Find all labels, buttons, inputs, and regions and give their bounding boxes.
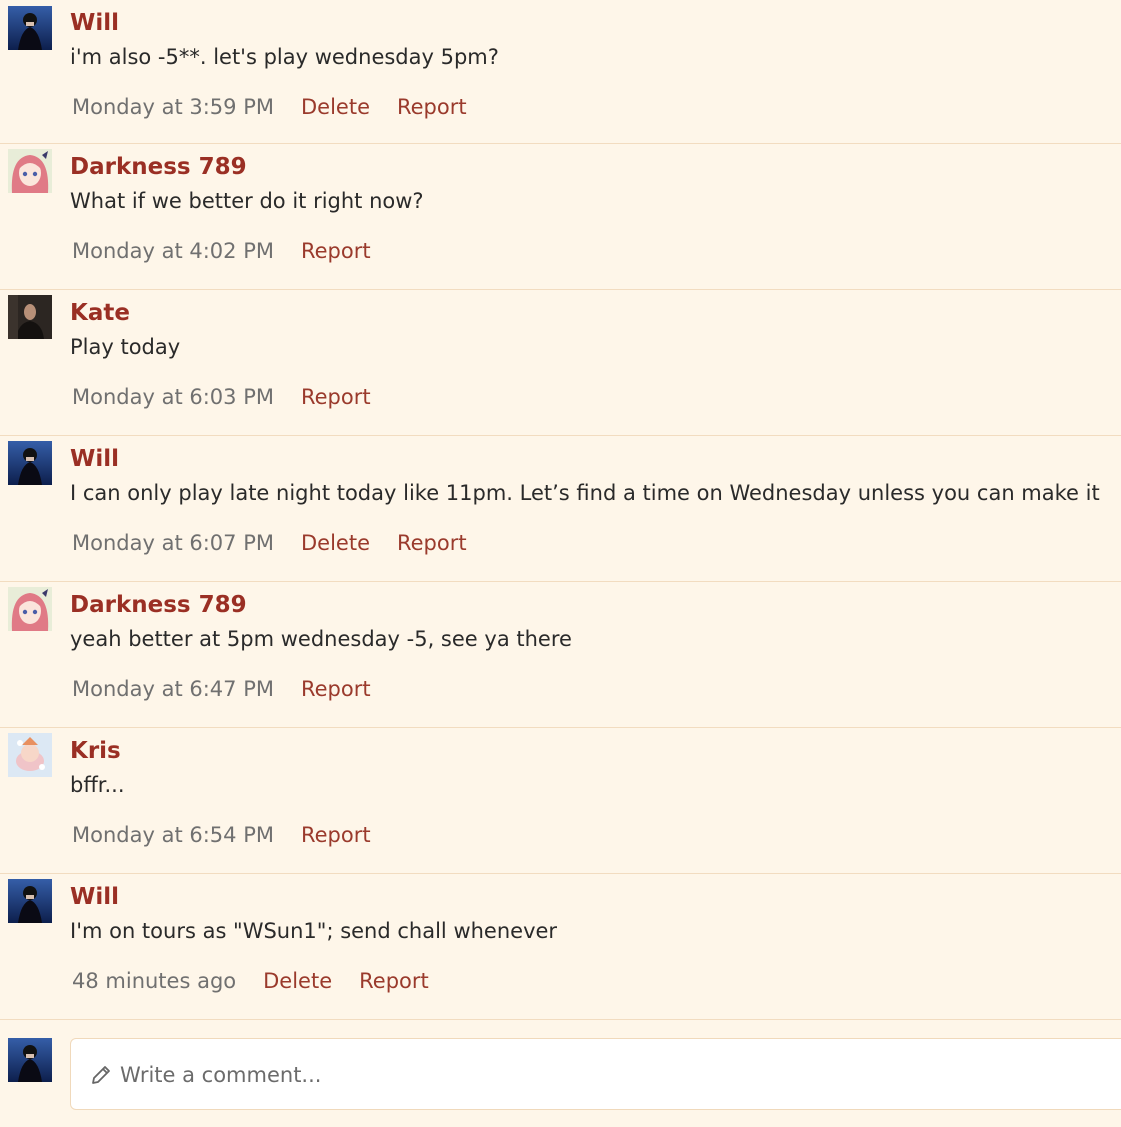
comment-timestamp[interactable]: Monday at 4:02 PM	[72, 239, 274, 263]
comment-list: Will i'm also -5**. let's play wednesday …	[0, 0, 1121, 1020]
comment-meta: Monday at 6:47 PM Report	[72, 674, 371, 704]
comment-text: What if we better do it right now?	[70, 189, 424, 213]
report-link[interactable]: Report	[397, 95, 467, 119]
comment-item: Kate Play today Monday at 6:03 PM Report	[0, 290, 1121, 436]
comment-timestamp[interactable]: Monday at 6:07 PM	[72, 531, 274, 555]
comment-item: Will I'm on tours as "WSun1"; send chall …	[0, 874, 1121, 1020]
comment-item: Will i'm also -5**. let's play wednesday …	[0, 0, 1121, 144]
comment-text: I can only play late night today like 11…	[70, 481, 1100, 505]
comment-author[interactable]: Darkness 789	[70, 152, 247, 182]
comment-timestamp[interactable]: Monday at 3:59 PM	[72, 95, 274, 119]
comment-author[interactable]: Will	[70, 444, 119, 474]
comment-author[interactable]: Kris	[70, 736, 121, 766]
comment-item: Kris bffr... Monday at 6:54 PM Report	[0, 728, 1121, 874]
comment-item: Darkness 789 yeah better at 5pm wednesday…	[0, 582, 1121, 728]
avatar[interactable]	[8, 733, 52, 777]
report-link[interactable]: Report	[301, 823, 371, 847]
comment-item: Will I can only play late night today lik…	[0, 436, 1121, 582]
report-link[interactable]: Report	[301, 385, 371, 409]
comment-composer: Write a comment...	[0, 1026, 1121, 1127]
avatar[interactable]	[8, 587, 52, 631]
report-link[interactable]: Report	[301, 677, 371, 701]
comment-timestamp[interactable]: 48 minutes ago	[72, 969, 236, 993]
comment-timestamp[interactable]: Monday at 6:47 PM	[72, 677, 274, 701]
comment-input[interactable]: Write a comment...	[70, 1038, 1121, 1110]
comment-item: Darkness 789 What if we better do it righ…	[0, 144, 1121, 290]
avatar[interactable]	[8, 441, 52, 485]
avatar[interactable]	[8, 6, 52, 50]
comment-author[interactable]: Darkness 789	[70, 590, 247, 620]
comment-meta: Monday at 3:59 PM Delete Report	[72, 92, 467, 122]
comment-text: I'm on tours as "WSun1"; send chall when…	[70, 919, 558, 943]
pencil-icon	[92, 1066, 110, 1084]
avatar[interactable]	[8, 879, 52, 923]
comment-meta: Monday at 4:02 PM Report	[72, 236, 371, 266]
comment-meta: Monday at 6:54 PM Report	[72, 820, 371, 850]
comment-text: bffr...	[70, 773, 125, 797]
comment-thread: Will i'm also -5**. let's play wednesday …	[0, 0, 1121, 1127]
comment-author[interactable]: Will	[70, 882, 119, 912]
current-user-avatar[interactable]	[8, 1038, 52, 1082]
comment-meta: Monday at 6:03 PM Report	[72, 382, 371, 412]
report-link[interactable]: Report	[301, 239, 371, 263]
report-link[interactable]: Report	[359, 969, 429, 993]
comment-author[interactable]: Kate	[70, 298, 130, 328]
comment-text: yeah better at 5pm wednesday -5, see ya …	[70, 627, 572, 651]
comment-input-placeholder: Write a comment...	[120, 1063, 322, 1087]
delete-link[interactable]: Delete	[301, 531, 370, 555]
comment-meta: 48 minutes ago Delete Report	[72, 966, 429, 996]
comment-author[interactable]: Will	[70, 8, 119, 38]
comment-meta: Monday at 6:07 PM Delete Report	[72, 528, 467, 558]
delete-link[interactable]: Delete	[301, 95, 370, 119]
report-link[interactable]: Report	[397, 531, 467, 555]
comment-timestamp[interactable]: Monday at 6:54 PM	[72, 823, 274, 847]
delete-link[interactable]: Delete	[263, 969, 332, 993]
avatar[interactable]	[8, 295, 52, 339]
comment-text: i'm also -5**. let's play wednesday 5pm?	[70, 45, 499, 69]
comment-timestamp[interactable]: Monday at 6:03 PM	[72, 385, 274, 409]
avatar[interactable]	[8, 149, 52, 193]
comment-text: Play today	[70, 335, 181, 359]
